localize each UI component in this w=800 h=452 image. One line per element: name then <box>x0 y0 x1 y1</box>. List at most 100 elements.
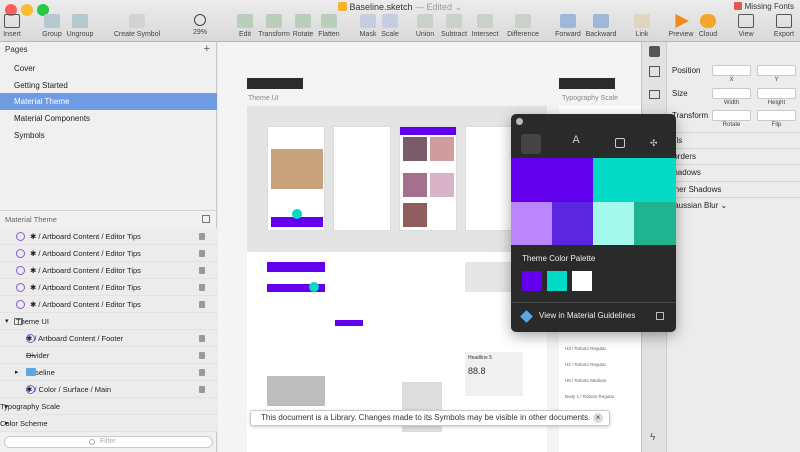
typography-tab-icon[interactable]: A <box>566 134 586 154</box>
forward-label: Forward <box>555 31 581 38</box>
artboard-title-theme-ui[interactable]: Theme UI <box>248 95 279 102</box>
layers-stack-icon <box>520 310 533 323</box>
ungroup-label: Ungroup <box>66 31 94 38</box>
window-title: Baseline.sketch <box>349 2 413 12</box>
symbol-instance-icon <box>16 249 25 258</box>
intersect-button[interactable]: Intersect <box>465 14 505 38</box>
layer-row[interactable]: Divider <box>0 347 217 364</box>
disclosure-open-icon[interactable]: ▾ <box>5 313 9 330</box>
lock-icon[interactable] <box>199 352 205 359</box>
layer-row[interactable]: ✱ / Color / Surface / Main <box>0 381 217 398</box>
page-item-getting-started[interactable]: Getting Started <box>0 77 217 94</box>
position-y-input[interactable] <box>757 65 796 76</box>
magnifier-icon <box>194 14 206 26</box>
backward-button[interactable]: Backward <box>581 14 621 38</box>
flatten-button[interactable]: Flatten <box>309 14 349 38</box>
secondary-color-block[interactable] <box>593 158 676 202</box>
shadows-section[interactable]: Shadows <box>668 164 800 180</box>
close-popover-button[interactable] <box>516 118 523 125</box>
layer-group-color-scheme[interactable]: ▸ Color Scheme <box>0 415 217 432</box>
primary-color-block[interactable] <box>511 158 593 202</box>
create-symbol-button[interactable]: Create Symbol <box>112 14 162 38</box>
layer-row[interactable]: ▸ Baseline <box>0 364 217 381</box>
disclosure-closed-icon[interactable]: ▸ <box>15 364 19 381</box>
view-button[interactable]: View <box>726 14 766 38</box>
link-button[interactable]: Link <box>622 14 662 38</box>
scale-label: Scale <box>381 31 399 38</box>
layer-row[interactable]: ✱ / Artboard Content / Editor Tips <box>0 279 217 296</box>
ungroup-button[interactable]: Ungroup <box>60 14 100 38</box>
page-item-symbols[interactable]: Symbols <box>0 127 217 144</box>
flip-control[interactable] <box>757 110 796 121</box>
disclosure-closed-icon[interactable]: ▸ <box>5 398 9 415</box>
secondary-swatch[interactable] <box>547 271 567 291</box>
lock-icon[interactable] <box>199 284 205 291</box>
collapse-icon[interactable] <box>202 215 210 223</box>
image-placeholder <box>267 376 325 406</box>
artboard-title-typography[interactable]: Typography Scale <box>562 95 618 102</box>
height-input[interactable] <box>757 88 796 99</box>
button-mock <box>335 320 363 326</box>
material-guidelines-link[interactable]: View in Material Guidelines <box>511 304 676 330</box>
layers-sidebar: Pages + Cover Getting Started Material T… <box>0 42 217 452</box>
lightning-icon[interactable]: ϟ <box>650 432 655 443</box>
lock-icon[interactable] <box>199 301 205 308</box>
primary-swatch[interactable] <box>522 271 542 291</box>
inner-shadows-section[interactable]: Inner Shadows <box>668 181 800 197</box>
inspector-tab-icon[interactable] <box>649 46 660 57</box>
union-label: Union <box>415 31 435 38</box>
insert-button[interactable]: Insert <box>0 14 30 38</box>
zoom-control[interactable]: 29% <box>180 14 220 36</box>
icons-tab-icon[interactable]: ✣ <box>650 138 660 148</box>
difference-button[interactable]: Difference <box>500 14 546 38</box>
layer-row[interactable]: ✱ / Artboard Content / Editor Tips <box>0 228 217 245</box>
folder-icon <box>26 368 36 376</box>
missing-fonts-button[interactable]: Missing Fonts <box>734 2 794 11</box>
layer-row[interactable]: ✱ / Artboard Content / Editor Tips <box>0 245 217 262</box>
layer-label: ✱ / Artboard Content / Footer <box>26 334 124 343</box>
warning-icon <box>734 2 743 10</box>
surface-swatch[interactable] <box>572 271 592 291</box>
blur-section[interactable]: Gaussian Blur ⌄ <box>668 197 800 213</box>
width-input[interactable] <box>712 88 751 99</box>
borders-section[interactable]: Borders <box>668 148 800 164</box>
lock-icon[interactable] <box>199 250 205 257</box>
primary-light-block[interactable] <box>511 202 552 245</box>
page-item-cover[interactable]: Cover <box>0 60 217 77</box>
lock-icon[interactable] <box>199 386 205 393</box>
export-button[interactable]: Export <box>764 14 800 38</box>
fills-section[interactable]: Fills <box>668 132 800 148</box>
panel-divider <box>0 210 217 211</box>
layer-group-typography[interactable]: ▸ Typography Scale <box>0 398 217 415</box>
filter-field[interactable]: Filter <box>4 436 213 448</box>
flatten-label: Flatten <box>318 31 340 38</box>
secondary-light-block[interactable] <box>593 202 634 245</box>
layer-row[interactable]: ✱ / Artboard Content / Editor Tips <box>0 262 217 279</box>
rotate-input[interactable] <box>712 110 751 121</box>
page-item-material-theme[interactable]: Material Theme <box>0 93 217 110</box>
lock-icon[interactable] <box>199 369 205 376</box>
scale-button[interactable]: Scale <box>370 14 410 38</box>
layer-row[interactable]: ✱ / Artboard Content / Footer <box>0 330 217 347</box>
shape-tab-icon[interactable] <box>615 138 625 148</box>
secondary-dark-block[interactable] <box>634 202 676 245</box>
close-banner-button[interactable]: × <box>593 413 603 423</box>
layer-row[interactable]: ✱ / Artboard Content / Editor Tips <box>0 296 217 313</box>
lock-icon[interactable] <box>199 233 205 240</box>
lock-icon[interactable] <box>199 335 205 342</box>
palette-tab-icon[interactable] <box>521 134 541 154</box>
missing-fonts-label: Missing Fonts <box>744 2 794 11</box>
theme-ui-artboard[interactable] <box>247 106 547 252</box>
add-page-button[interactable]: + <box>204 43 210 55</box>
primary-dark-block[interactable] <box>552 202 593 245</box>
layers-icon[interactable] <box>649 90 660 99</box>
cloud-button[interactable]: Cloud <box>688 14 728 38</box>
disclosure-closed-icon[interactable]: ▸ <box>5 415 9 432</box>
type-scale-row: H5 / Roboto Medium <box>565 378 607 383</box>
lock-icon[interactable] <box>199 267 205 274</box>
external-link-icon <box>656 312 664 320</box>
layer-group-theme-ui[interactable]: ▾ Theme UI <box>0 313 217 330</box>
page-item-material-components[interactable]: Material Components <box>0 110 217 127</box>
share-icon[interactable] <box>649 66 660 77</box>
position-x-input[interactable] <box>712 65 751 76</box>
